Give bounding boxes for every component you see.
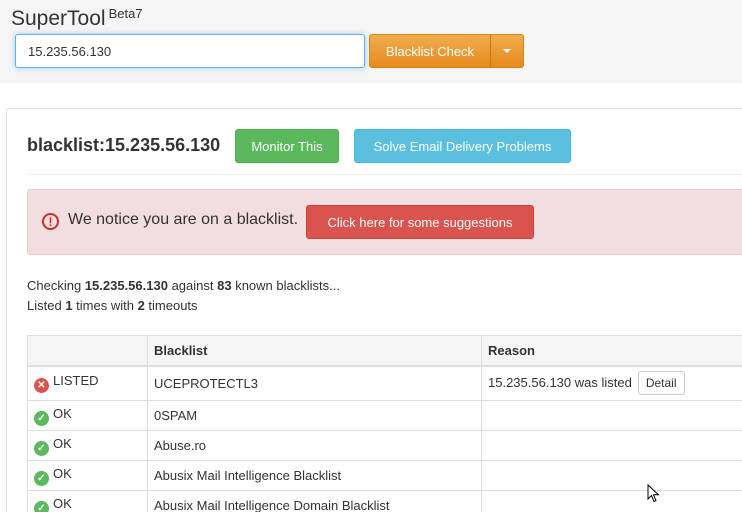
status-cell: ✕ LISTED bbox=[27, 365, 148, 401]
blacklist-check-button[interactable]: Blacklist Check bbox=[369, 34, 491, 68]
exclamation-circle-icon: ! bbox=[42, 213, 59, 230]
status-cell: ✓ OK bbox=[27, 490, 148, 512]
check-circle-icon: ✓ bbox=[34, 500, 49, 512]
table-header-row: Blacklist Reason bbox=[27, 335, 742, 367]
timeout-count: 2 bbox=[137, 298, 145, 313]
detail-button[interactable]: Detail bbox=[637, 371, 685, 396]
listed-count: 1 bbox=[65, 298, 73, 313]
monitor-this-button[interactable]: Monitor This bbox=[235, 129, 339, 163]
top-bar: SuperToolBeta7 Blacklist Check bbox=[0, 0, 742, 83]
reason-cell bbox=[481, 490, 742, 512]
check-circle-icon: ✓ bbox=[34, 410, 49, 426]
status-cell: ✓ OK bbox=[27, 430, 148, 461]
checking-summary: Checking 15.235.56.130 against 83 known … bbox=[27, 278, 340, 293]
table-row: ✓ OK Abusix Mail Intelligence Blacklist bbox=[27, 460, 742, 491]
blacklist-column-header: Blacklist bbox=[147, 335, 482, 367]
status-cell: ✓ OK bbox=[27, 460, 148, 491]
blacklist-count: 83 bbox=[217, 278, 232, 293]
blacklist-cell: 0SPAM bbox=[147, 400, 482, 431]
table-row: ✕ LISTED UCEPROTECTL3 15.235.56.130 was l… bbox=[27, 365, 742, 401]
blacklist-cell: Abuse.ro bbox=[147, 430, 482, 461]
mouse-pointer-icon bbox=[647, 484, 660, 503]
caret-down-icon bbox=[503, 49, 511, 53]
solve-email-problems-button[interactable]: Solve Email Delivery Problems bbox=[354, 129, 571, 163]
brand-logo[interactable]: SuperTool Beta7 bbox=[11, 6, 143, 31]
reason-cell bbox=[481, 430, 742, 461]
reason-cell bbox=[481, 400, 742, 431]
suggestions-button[interactable]: Click here for some suggestions bbox=[306, 205, 534, 239]
table-row: ✓ OK Abusix Mail Intelligence Domain Blac… bbox=[27, 490, 742, 512]
status-column-header bbox=[27, 335, 148, 367]
reason-cell bbox=[481, 460, 742, 491]
check-options-dropdown-button[interactable] bbox=[490, 34, 524, 68]
status-cell: ✓ OK bbox=[27, 400, 148, 431]
reason-column-header: Reason bbox=[481, 335, 742, 367]
beta-badge: Beta7 bbox=[108, 6, 143, 21]
blacklist-cell: Abusix Mail Intelligence Blacklist bbox=[147, 460, 482, 491]
brand-name: SuperTool bbox=[11, 7, 106, 30]
checked-ip: 15.235.56.130 bbox=[84, 278, 168, 293]
divider bbox=[27, 174, 742, 175]
reason-cell: 15.235.56.130 was listed Detail bbox=[481, 365, 742, 401]
ip-search-input[interactable] bbox=[15, 34, 365, 68]
check-circle-icon: ✓ bbox=[34, 470, 49, 486]
blacklist-cell: UCEPROTECTL3 bbox=[147, 365, 482, 401]
table-row: ✓ OK Abuse.ro bbox=[27, 430, 742, 461]
table-row: ✓ OK 0SPAM bbox=[27, 400, 742, 431]
alert-message: We notice you are on a blacklist. bbox=[68, 211, 299, 228]
check-circle-icon: ✓ bbox=[34, 440, 49, 456]
blacklist-results-table: Blacklist Reason ✕ LISTED UCEPROTECTL3 15… bbox=[27, 335, 742, 512]
listed-summary: Listed 1 times with 2 timeouts bbox=[27, 298, 198, 313]
page-title: blacklist:15.235.56.130 bbox=[27, 135, 221, 155]
x-circle-icon: ✕ bbox=[34, 378, 49, 394]
blacklist-cell: Abusix Mail Intelligence Domain Blacklis… bbox=[147, 490, 482, 512]
